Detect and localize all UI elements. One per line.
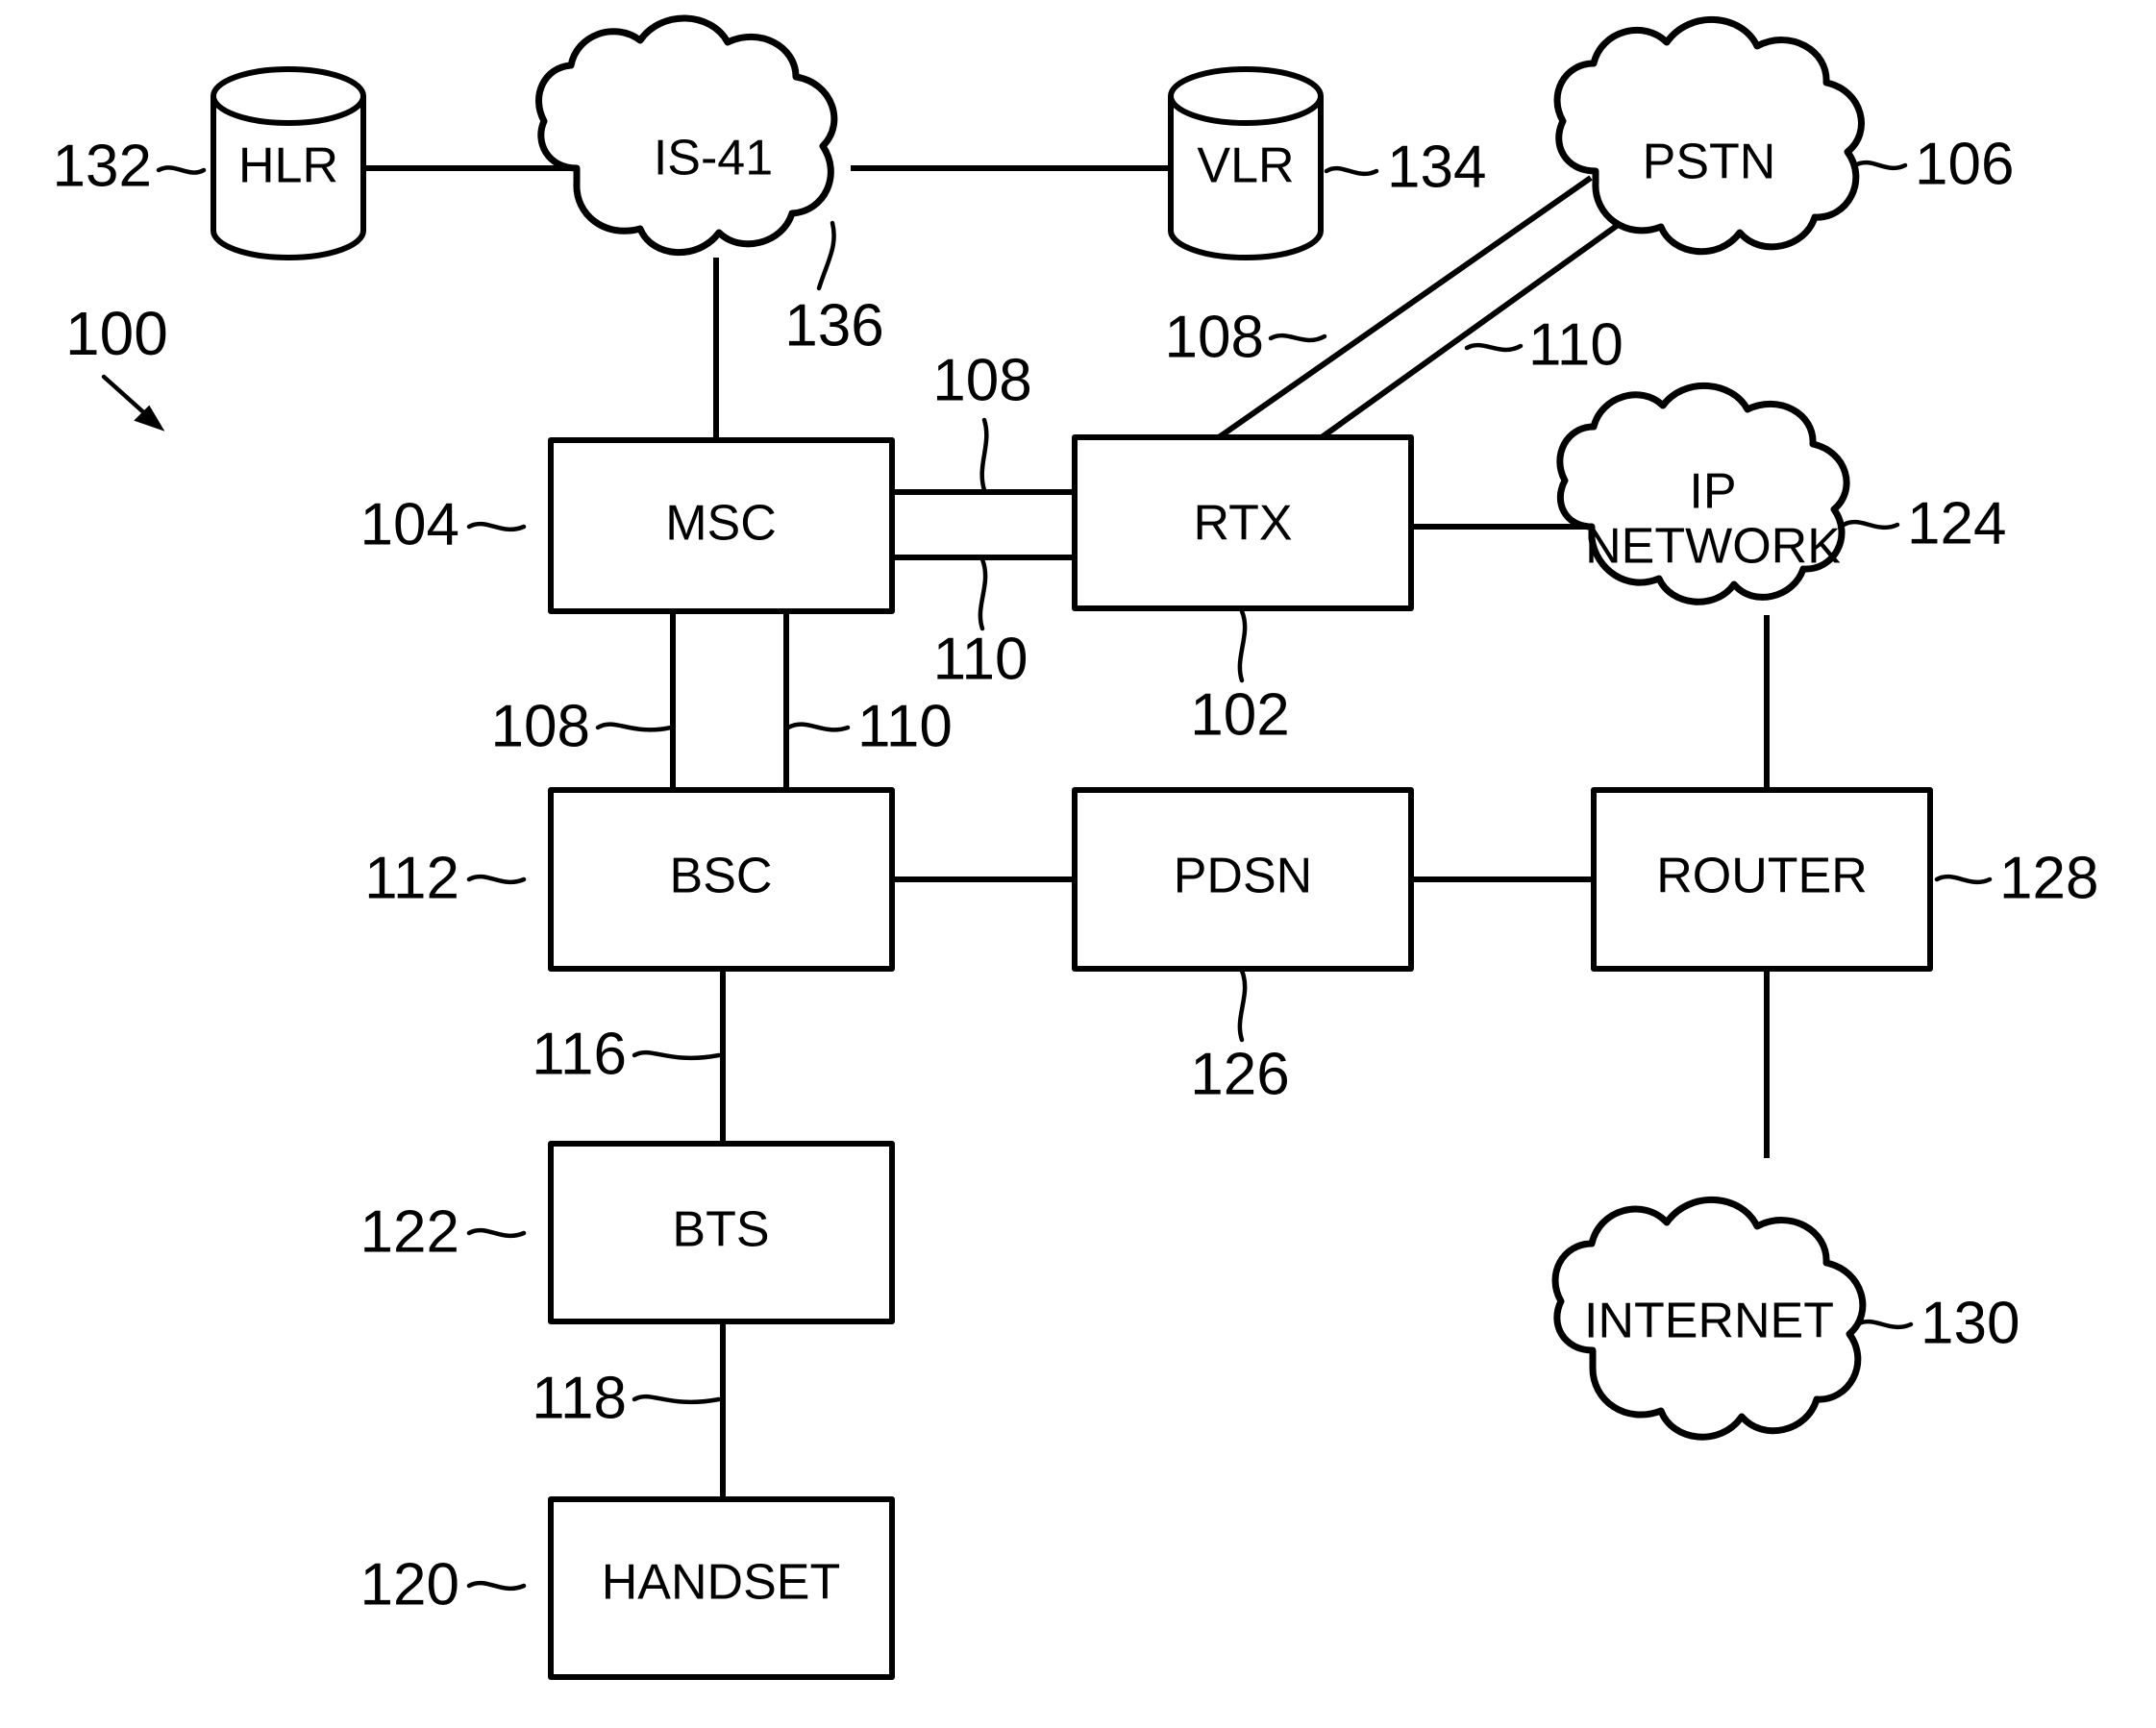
leader-130 [1854, 1319, 1914, 1330]
ref-num-108-msc-rtx: 108 [932, 347, 1031, 413]
ref-num-126: 126 [1190, 1041, 1289, 1107]
rtx-label: RTX [1193, 496, 1292, 552]
ref-num-110-pstn: 110 [1528, 311, 1623, 378]
ref-callout-110-msc-rtx: 110 [933, 556, 1028, 692]
ref-callout-108-pstn: 108 [1165, 304, 1327, 370]
ref-callout-136: 136 [784, 220, 884, 358]
leader-120 [466, 1580, 527, 1592]
ref-callout-108-msc-bsc: 108 [491, 693, 674, 759]
ref-callout-106: 106 [1852, 131, 2014, 197]
leader-136 [816, 220, 836, 291]
router-label: ROUTER [1656, 849, 1868, 904]
ref-num-128: 128 [1999, 845, 2098, 911]
ref-callout-110-msc-bsc: 110 [785, 693, 953, 759]
ref-num-136: 136 [784, 292, 883, 358]
ipnetwork-label-line2: NETWORK [1585, 519, 1841, 575]
leader-122 [466, 1227, 527, 1239]
ref-callout-112: 112 [364, 845, 527, 911]
ref-num-108-msc-bsc: 108 [491, 693, 590, 759]
leader-126 [1237, 968, 1248, 1043]
ref-callout-130: 130 [1854, 1290, 2020, 1356]
node-msc[interactable]: MSC [548, 437, 895, 614]
vlr-cylinder-top [1168, 66, 1324, 126]
ref-callout-128: 128 [1934, 845, 2098, 911]
node-rtx[interactable]: RTX [1072, 434, 1414, 611]
ref-num-102: 102 [1190, 681, 1289, 748]
leader-110-msc-rtx [978, 556, 988, 631]
node-pdsn[interactable]: PDSN [1072, 787, 1414, 972]
node-handset[interactable]: HANDSET [548, 1496, 895, 1680]
leader-108-msc-rtx [979, 417, 989, 493]
leader-132 [156, 165, 207, 175]
ref-num-112: 112 [364, 845, 459, 911]
ref-callout-122: 122 [360, 1198, 527, 1265]
ref-num-134: 134 [1387, 134, 1486, 200]
ref-callout-116: 116 [532, 1021, 722, 1087]
ref-num-130: 130 [1921, 1290, 2020, 1356]
leader-102 [1237, 608, 1248, 683]
hlr-cylinder-top [211, 66, 366, 126]
ref-callout-102: 102 [1190, 608, 1290, 748]
pstn-label: PSTN [1643, 135, 1776, 190]
ipnetwork-label-line1: IP [1689, 464, 1736, 520]
msc-label: MSC [665, 496, 777, 552]
figure-callout-100: 100 [65, 299, 168, 432]
ref-callout-104: 104 [360, 491, 527, 557]
node-bsc[interactable]: BSC [548, 787, 895, 972]
ref-num-108-pstn: 108 [1165, 304, 1264, 370]
node-is41[interactable]: IS-41 [535, 14, 838, 257]
ref-callout-124: 124 [1841, 490, 2006, 556]
ref-num-100: 100 [65, 299, 168, 368]
leader-110-pstn [1464, 342, 1524, 353]
vlr-label: VLR [1197, 138, 1294, 194]
node-pstn[interactable]: PSTN [1553, 16, 1865, 256]
ref-callout-126: 126 [1190, 968, 1290, 1107]
network-architecture-diagram: HLR IS-41 VLR PSTN MSC RTX IP NETWORK BS… [0, 0, 2156, 1728]
node-hlr[interactable]: HLR [211, 66, 366, 260]
leader-134 [1324, 165, 1379, 177]
ref-callout-118: 118 [532, 1365, 722, 1431]
ref-callout-108-msc-rtx: 108 [932, 347, 1032, 493]
ref-num-132: 132 [53, 133, 152, 199]
ref-callout-120: 120 [360, 1551, 527, 1617]
leader-110-msc-bsc [785, 722, 851, 732]
leader-108-msc-bsc [595, 722, 674, 732]
bsc-label: BSC [670, 849, 773, 904]
ref-num-104: 104 [360, 491, 459, 557]
leader-104 [466, 521, 527, 532]
is41-label: IS-41 [654, 131, 773, 186]
ref-num-110-msc-rtx: 110 [933, 626, 1028, 692]
ref-callout-132: 132 [53, 133, 207, 199]
internet-label: INTERNET [1584, 1294, 1834, 1349]
ref-num-106: 106 [1915, 131, 2014, 197]
ref-num-118: 118 [532, 1365, 627, 1431]
handset-label: HANDSET [602, 1555, 840, 1611]
leader-128 [1934, 874, 1993, 885]
ref-num-124: 124 [1907, 490, 2006, 556]
ref-num-116: 116 [532, 1021, 627, 1087]
bts-label: BTS [672, 1202, 769, 1258]
hlr-label: HLR [238, 138, 338, 194]
node-router[interactable]: ROUTER [1591, 787, 1933, 972]
leader-116 [632, 1049, 722, 1061]
node-vlr[interactable]: VLR [1168, 66, 1324, 260]
node-ipnetwork[interactable]: IP NETWORK [1556, 383, 1850, 605]
ref-callout-134: 134 [1324, 134, 1486, 200]
leader-118 [632, 1394, 722, 1405]
leader-124 [1841, 519, 1900, 531]
node-internet[interactable]: INTERNET [1551, 1197, 1867, 1441]
ref-num-120: 120 [360, 1551, 459, 1617]
figure-canvas: HLR IS-41 VLR PSTN MSC RTX IP NETWORK BS… [53, 14, 2098, 1680]
pdsn-label: PDSN [1174, 849, 1312, 904]
leader-106 [1852, 160, 1908, 171]
leader-112 [466, 874, 527, 885]
ref-num-110-msc-bsc: 110 [857, 693, 953, 759]
node-bts[interactable]: BTS [548, 1141, 895, 1324]
ref-num-122: 122 [360, 1198, 459, 1265]
leader-108-pstn [1268, 333, 1327, 343]
ref-callout-110-pstn: 110 [1464, 311, 1623, 378]
